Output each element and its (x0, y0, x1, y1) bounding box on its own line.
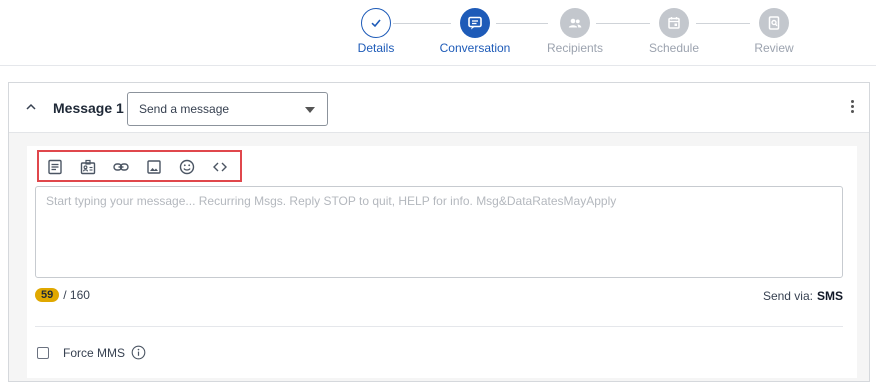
step-conversation[interactable]: Conversation (430, 8, 520, 55)
character-counter: 59 / 160 (35, 288, 90, 302)
users-icon (560, 8, 590, 38)
message-type-select[interactable]: Send a message (127, 92, 328, 126)
step-label: Conversation (439, 41, 511, 55)
code-icon[interactable] (211, 158, 229, 176)
send-via-value: SMS (816, 289, 843, 303)
divider (35, 326, 843, 327)
send-via: Send via: SMS (763, 289, 843, 303)
step-recipients[interactable]: Recipients (530, 8, 620, 55)
calendar-icon (659, 8, 689, 38)
progress-stepper: Details Conversation Recipients Schedule… (0, 0, 876, 66)
step-details[interactable]: Details (331, 8, 421, 55)
caret-down-icon (305, 107, 315, 113)
more-options-icon[interactable] (851, 100, 855, 116)
char-limit: / 160 (63, 288, 90, 302)
message-panel: Message 1 Send a message Start typing yo… (8, 82, 870, 382)
step-label: Details (357, 41, 395, 55)
composer-card: Start typing your message... Recurring M… (27, 146, 857, 378)
formatting-toolbar (37, 150, 242, 182)
link-icon[interactable] (112, 158, 130, 176)
chevron-up-icon[interactable] (23, 99, 39, 115)
step-review[interactable]: Review (729, 8, 819, 55)
step-label: Recipients (546, 41, 604, 55)
step-label: Review (754, 41, 794, 55)
step-schedule[interactable]: Schedule (629, 8, 719, 55)
image-icon[interactable] (145, 158, 163, 176)
review-icon (759, 8, 789, 38)
send-via-label: Send via: (762, 289, 813, 303)
message-header: Message 1 Send a message (9, 83, 869, 133)
check-icon (361, 8, 391, 38)
force-mms-label: Force MMS (63, 345, 126, 360)
select-value: Send a message (139, 102, 230, 116)
contact-card-icon[interactable] (79, 158, 97, 176)
char-count-badge: 59 (35, 288, 60, 302)
message-title: Message 1 (53, 100, 124, 116)
emoji-icon[interactable] (178, 158, 196, 176)
chat-icon (460, 8, 490, 38)
force-mms-row: Force MMS (37, 345, 146, 360)
template-icon[interactable] (46, 158, 64, 176)
info-icon[interactable] (131, 345, 146, 360)
textarea-placeholder: Start typing your message... Recurring M… (46, 194, 617, 208)
step-label: Schedule (648, 41, 700, 55)
force-mms-checkbox[interactable] (37, 346, 49, 359)
message-textarea[interactable]: Start typing your message... Recurring M… (35, 186, 843, 278)
